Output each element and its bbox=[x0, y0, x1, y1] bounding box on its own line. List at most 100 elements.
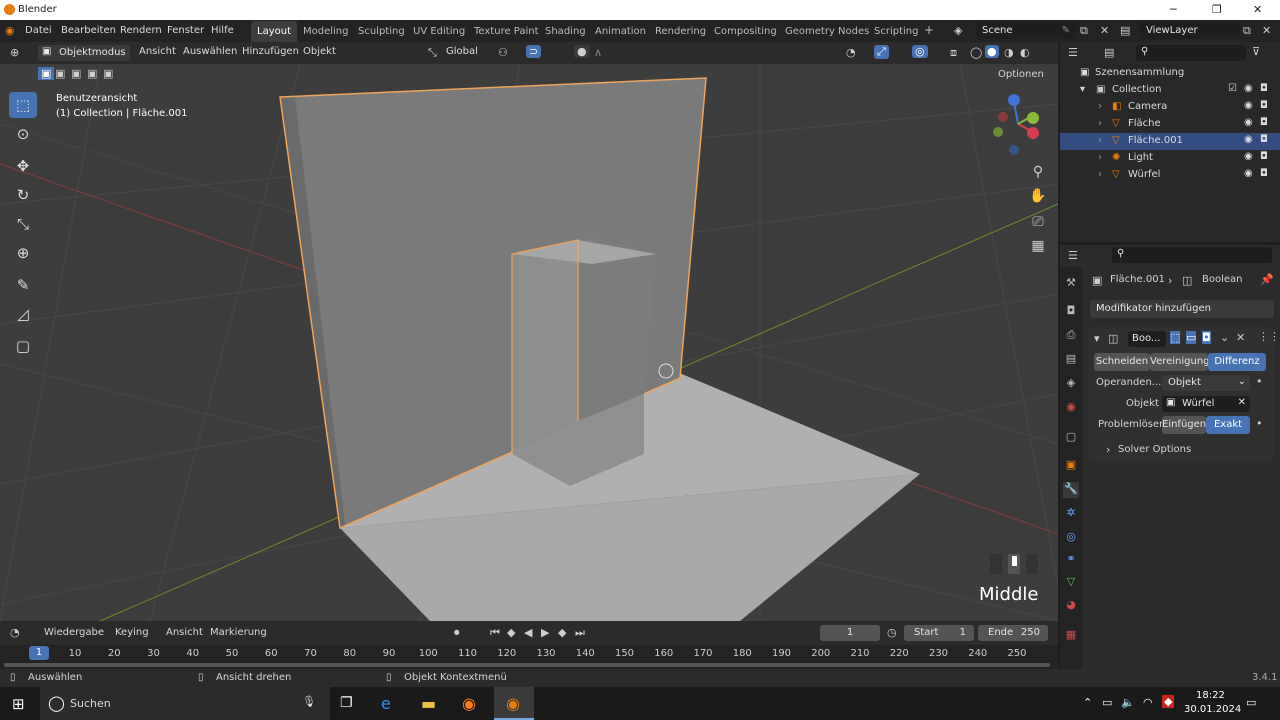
tab-compositing[interactable]: Compositing bbox=[714, 26, 777, 37]
play-reverse-icon[interactable]: ◀ bbox=[524, 626, 532, 639]
rotate-tool-button[interactable]: ↻ bbox=[9, 182, 37, 208]
tab-shading[interactable]: Shading bbox=[545, 26, 586, 37]
clock-time[interactable]: 18:22 bbox=[1196, 690, 1225, 701]
transform-orientation[interactable]: Global bbox=[446, 46, 478, 57]
add-cube-tool-button[interactable]: ▢ bbox=[9, 333, 37, 359]
op-schneiden-button[interactable]: Schneiden bbox=[1094, 353, 1150, 371]
blender-taskbar-item[interactable]: ◉ bbox=[494, 687, 534, 720]
outliner-item[interactable]: › ◧ Camera ◉ ◘ bbox=[1060, 99, 1280, 116]
jump-end-icon[interactable]: ⏭ bbox=[575, 626, 585, 640]
clock-date[interactable]: 30.01.2024 bbox=[1184, 704, 1241, 715]
material-shading-icon[interactable]: ◑ bbox=[1004, 46, 1014, 59]
transform-tool-button[interactable]: ⊕ bbox=[9, 240, 37, 266]
scale-tool-button[interactable]: ⤡ bbox=[9, 211, 37, 237]
world-tab-icon[interactable]: ◉ bbox=[1063, 400, 1079, 416]
timeline-editor-icon[interactable]: ◔ bbox=[10, 626, 20, 639]
timeline-ruler[interactable]: 1 10 20 30 40 50 60 70 80 90 100 110 120 130 140 150 160… bbox=[0, 645, 1058, 669]
maximize-button[interactable]: ❐ bbox=[1212, 3, 1222, 16]
outliner-collection[interactable]: ▾ ▣ Collection ☑ ◉ ◘ bbox=[1060, 82, 1280, 99]
xray-icon[interactable]: ⧈ bbox=[950, 46, 957, 60]
zoom-icon[interactable]: ⚲ bbox=[1026, 160, 1050, 184]
outliner-item[interactable]: › ▽ Fläche.001 ◉ ◘ bbox=[1060, 133, 1280, 150]
view-layer-tab-icon[interactable]: ▤ bbox=[1063, 352, 1079, 368]
menu-hilfe[interactable]: Hilfe bbox=[211, 25, 234, 36]
falloff-icon[interactable]: ∧ bbox=[594, 46, 602, 59]
outliner-item[interactable]: › ▽ Würfel ◉ ◘ bbox=[1060, 167, 1280, 184]
physics-tab-icon[interactable]: ◎ bbox=[1063, 530, 1079, 546]
orientation-icon[interactable]: ⤡ bbox=[428, 46, 437, 60]
new-viewlayer-icon[interactable]: ⧉ bbox=[1243, 24, 1251, 38]
operand-dropdown[interactable]: Objekt ⌄ bbox=[1162, 375, 1250, 391]
new-scene-icon[interactable]: ⧉ bbox=[1080, 24, 1088, 38]
eye-icon[interactable]: ◉ bbox=[1244, 117, 1253, 128]
chevron-right-icon[interactable]: › bbox=[1106, 443, 1110, 456]
next-keyframe-icon[interactable]: ◆ bbox=[558, 626, 566, 639]
menu-ansicht-timeline[interactable]: Ansicht bbox=[166, 627, 203, 638]
object-tab-icon[interactable]: ▣ bbox=[1063, 458, 1079, 474]
op-vereinigung-button[interactable]: Vereinigung bbox=[1150, 353, 1210, 371]
select-intersect-icon[interactable]: ▣ bbox=[103, 67, 113, 80]
render-icon[interactable]: ◘ bbox=[1260, 134, 1268, 145]
particles-tab-icon[interactable]: ✲ bbox=[1063, 506, 1079, 522]
clock-icon[interactable]: ◷ bbox=[887, 626, 897, 639]
object-field[interactable]: ▣ Würfel ✕ bbox=[1162, 396, 1250, 412]
modifier-tab-icon[interactable]: 🔧 bbox=[1063, 482, 1079, 498]
menu-objekt[interactable]: Objekt bbox=[303, 46, 336, 57]
chevron-right-icon[interactable]: › bbox=[1098, 169, 1102, 180]
menu-hinzufuegen[interactable]: Hinzufügen bbox=[242, 46, 299, 57]
outliner-editor-icon[interactable]: ☰ bbox=[1068, 46, 1078, 59]
start-frame-field[interactable]: Start 1 bbox=[904, 625, 974, 641]
menu-fenster[interactable]: Fenster bbox=[167, 25, 204, 36]
tab-animation[interactable]: Animation bbox=[595, 26, 646, 37]
delete-viewlayer-icon[interactable]: ✕ bbox=[1262, 24, 1271, 37]
taskbar-search[interactable]: ◯ Suchen 🎙 bbox=[40, 687, 330, 720]
solid-shading-icon[interactable]: ● bbox=[985, 45, 999, 58]
solver-options-toggle[interactable]: Solver Options bbox=[1118, 444, 1191, 455]
pin-icon[interactable]: ✎ bbox=[1062, 25, 1070, 36]
camera-view-icon[interactable]: ⎚ bbox=[1026, 210, 1050, 234]
render-tab-icon[interactable]: ◘ bbox=[1063, 304, 1079, 320]
display-mode-icon[interactable]: ▤ bbox=[1104, 46, 1114, 59]
eye-icon[interactable]: ◉ bbox=[1244, 168, 1253, 179]
menu-ansicht[interactable]: Ansicht bbox=[139, 46, 176, 57]
editor-type-icon[interactable]: ⊕ bbox=[10, 46, 19, 59]
edge-icon[interactable]: e bbox=[381, 694, 391, 713]
tab-sculpting[interactable]: Sculpting bbox=[358, 26, 405, 37]
render-icon[interactable]: ◘ bbox=[1260, 83, 1268, 94]
op-differenz-button[interactable]: Differenz bbox=[1208, 353, 1266, 371]
play-icon[interactable]: ▶ bbox=[541, 626, 549, 639]
move-tool-button[interactable]: ✥ bbox=[9, 153, 37, 179]
render-icon[interactable]: ◘ bbox=[1260, 151, 1268, 162]
tab-geometry-nodes[interactable]: Geometry Nodes bbox=[785, 26, 869, 37]
wireframe-shading-icon[interactable]: ◯ bbox=[970, 46, 982, 59]
render-icon[interactable]: ◘ bbox=[1260, 168, 1268, 179]
viewlayer-icon[interactable]: ▤ bbox=[1120, 24, 1130, 37]
blender-menu-icon[interactable]: ◉ bbox=[5, 24, 15, 37]
measure-tool-button[interactable]: ◿ bbox=[9, 301, 37, 327]
tab-modeling[interactable]: Modeling bbox=[303, 26, 349, 37]
tool-tab-icon[interactable]: ⚒ bbox=[1063, 276, 1079, 292]
solver-exakt-button[interactable]: Exakt bbox=[1206, 416, 1250, 434]
3d-viewport[interactable]: ⬚ ⊙ ✥ ↻ ⤡ ⊕ ✎ ◿ ▢ ▣ ▣ ▣ ▣ ▣ Benutzeransi… bbox=[0, 64, 1058, 621]
outliner-item[interactable]: › ▽ Fläche ◉ ◘ bbox=[1060, 116, 1280, 133]
tab-layout[interactable]: Layout bbox=[251, 21, 297, 42]
outliner-scene-collection[interactable]: ▣ Szenensammlung bbox=[1060, 65, 1280, 82]
menu-datei[interactable]: Datei bbox=[25, 25, 52, 36]
add-workspace-button[interactable]: + bbox=[924, 23, 934, 37]
task-view-icon[interactable]: ❐ bbox=[340, 695, 353, 711]
chevron-right-icon[interactable]: › bbox=[1098, 152, 1102, 163]
volume-icon[interactable]: 🔈 bbox=[1121, 696, 1135, 709]
current-frame-field[interactable]: 1 bbox=[820, 625, 880, 641]
eye-icon[interactable]: ◉ bbox=[1244, 83, 1253, 94]
dropdown-icon[interactable]: ⌄ bbox=[1220, 331, 1229, 344]
editmode-icon[interactable]: ⬚ bbox=[1170, 331, 1181, 344]
wifi-icon[interactable]: ◠ bbox=[1143, 696, 1153, 709]
tab-rendering[interactable]: Rendering bbox=[655, 26, 706, 37]
menu-wiedergabe[interactable]: Wiedergabe bbox=[44, 627, 104, 638]
filter-icon[interactable]: ⊽ bbox=[1252, 45, 1260, 58]
scene-tab-icon[interactable]: ◈ bbox=[1063, 376, 1079, 392]
constraints-tab-icon[interactable]: ⚭ bbox=[1063, 552, 1079, 568]
select-subtract-icon[interactable]: ▣ bbox=[71, 67, 81, 80]
explorer-icon[interactable]: ▬ bbox=[421, 694, 436, 713]
snap-icon[interactable]: ⊃ bbox=[526, 45, 542, 58]
